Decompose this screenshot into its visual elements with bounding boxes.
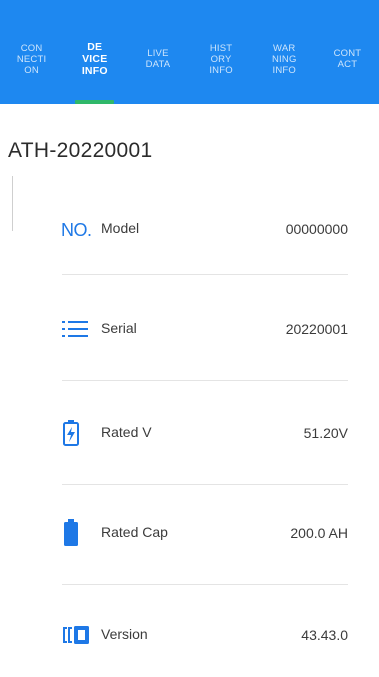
info-row-model: NO. Model 00000000 <box>0 214 379 244</box>
row-label: Version <box>101 626 148 642</box>
info-row-rated-v: Rated V 51.20V <box>0 418 379 448</box>
tab-contact[interactable]: CONT ACT <box>316 0 379 104</box>
tab-label: CONT ACT <box>333 48 362 70</box>
row-label: Model <box>101 220 140 236</box>
row-value: 00000000 <box>285 221 348 237</box>
info-row-serial: Serial 20220001 <box>0 314 379 344</box>
no-icon: NO. <box>61 214 95 244</box>
battery-charging-icon <box>61 418 95 448</box>
row-label: Rated V <box>101 424 152 440</box>
tab-live-data[interactable]: LIVE DATA <box>126 0 189 104</box>
tab-label: HIST ORY INFO <box>209 42 233 76</box>
info-row-rated-cap: Rated Cap 200.0 AH <box>0 518 379 548</box>
row-divider <box>62 274 348 275</box>
row-value: 51.20V <box>303 425 348 441</box>
row-label: Rated Cap <box>101 524 168 540</box>
version-icon <box>61 620 95 650</box>
info-row-version: Version 43.43.0 <box>0 620 379 650</box>
row-value: 20220001 <box>285 321 348 337</box>
row-value: 43.43.0 <box>301 627 348 643</box>
tab-connection[interactable]: CON NECTI ON <box>0 0 63 104</box>
tab-label: LIVE DATA <box>145 48 171 70</box>
tab-device-info[interactable]: DE VICE INFO <box>63 0 126 104</box>
top-tab-bar: CON NECTI ON DE VICE INFO LIVE DATA HIST… <box>0 0 379 104</box>
row-divider <box>62 380 348 381</box>
battery-full-icon <box>61 518 95 548</box>
row-divider <box>62 484 348 485</box>
no-icon-text: NO. <box>61 219 92 240</box>
active-tab-indicator <box>75 100 115 104</box>
row-value: 200.0 AH <box>290 525 348 541</box>
tab-history-info[interactable]: HIST ORY INFO <box>190 0 253 104</box>
tab-warning-info[interactable]: WAR NING INFO <box>253 0 316 104</box>
list-icon <box>61 314 95 344</box>
row-divider <box>62 584 348 585</box>
tab-label: WAR NING INFO <box>271 42 297 76</box>
device-title: ATH-20220001 <box>8 139 153 162</box>
tab-label: DE VICE INFO <box>81 41 108 77</box>
tab-label: CON NECTI ON <box>16 42 47 76</box>
row-label: Serial <box>101 320 137 336</box>
